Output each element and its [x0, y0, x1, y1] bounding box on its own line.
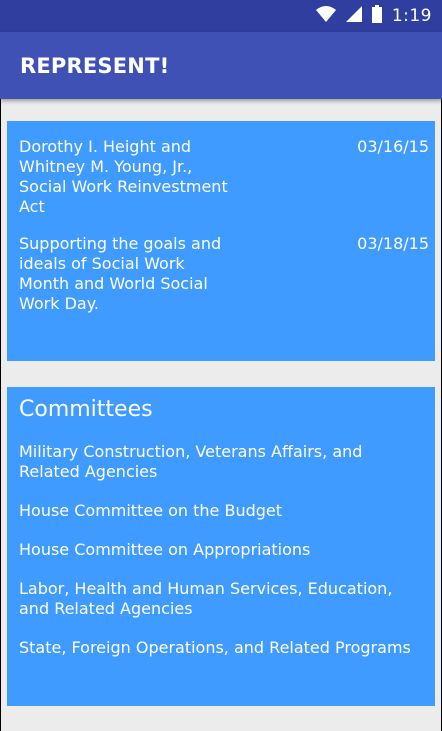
signal-icon	[345, 6, 362, 26]
app-title: REPRESENT!	[20, 54, 170, 78]
committee-item[interactable]: State, Foreign Operations, and Related P…	[19, 638, 427, 658]
app-bar: REPRESENT!	[0, 32, 442, 99]
committee-list: Military Construction, Veterans Affairs,…	[19, 442, 427, 677]
bill-item[interactable]: Dorothy I. Height and Whitney M. Young, …	[19, 137, 429, 217]
bill-title: Dorothy I. Height and Whitney M. Young, …	[19, 137, 228, 216]
status-bar: 1:19	[0, 0, 442, 32]
committee-item[interactable]: Military Construction, Veterans Affairs,…	[19, 442, 427, 482]
bill-date: 03/18/15	[357, 234, 429, 253]
committee-item[interactable]: House Committee on Appropriations	[19, 540, 427, 560]
status-time: 1:19	[391, 6, 432, 26]
bill-title: Supporting the goals and ideals of Socia…	[19, 234, 222, 313]
committees-heading: Committees	[19, 397, 153, 422]
bill-date: 03/16/15	[357, 137, 429, 156]
battery-icon	[371, 5, 382, 27]
committee-item[interactable]: House Committee on the Budget	[19, 501, 427, 521]
wifi-icon	[315, 6, 336, 26]
committee-item[interactable]: Labor, Health and Human Services, Educat…	[19, 579, 427, 619]
status-icons: 1:19	[315, 4, 432, 28]
bill-item[interactable]: Supporting the goals and ideals of Socia…	[19, 234, 429, 314]
bills-card: Dorothy I. Height and Whitney M. Young, …	[7, 121, 435, 361]
committees-card: Committees Military Construction, Vetera…	[7, 387, 435, 706]
